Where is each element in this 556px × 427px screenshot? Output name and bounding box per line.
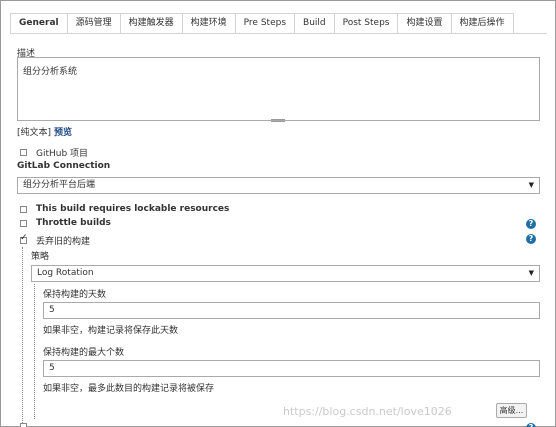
discard-builds-label: 丢弃旧的构建 xyxy=(36,237,91,247)
help-icon[interactable]: ? xyxy=(526,234,536,244)
help-icon[interactable]: ? xyxy=(526,219,536,229)
days-to-keep-hint: 如果非空，构建记录将保存此天数 xyxy=(43,326,179,336)
strategy-value: Log Rotation xyxy=(37,268,94,278)
github-project-checkbox[interactable] xyxy=(20,149,27,156)
help-icon[interactable]: ? xyxy=(526,423,536,427)
tab-post-build[interactable]: 构建后操作 xyxy=(451,13,514,34)
max-builds-label: 保持构建的最大个数 xyxy=(43,348,125,358)
lockable-resources-label: This build requires lockable resources xyxy=(36,204,230,214)
description-format-line: [纯文本] 预览 xyxy=(17,125,72,138)
plain-text-label: [纯文本] xyxy=(17,128,52,138)
truncated-checkbox[interactable] xyxy=(20,423,27,427)
throttle-builds-checkbox[interactable] xyxy=(20,219,27,227)
strategy-select[interactable]: Log Rotation ▼ xyxy=(31,265,540,282)
tab-general[interactable]: General xyxy=(10,13,68,34)
days-to-keep-label: 保持构建的天数 xyxy=(43,290,107,300)
max-builds-input[interactable]: 5 xyxy=(43,360,540,377)
tab-post-steps[interactable]: Post Steps xyxy=(334,13,399,34)
throttle-builds-label: Throttle builds xyxy=(36,218,111,228)
dropdown-arrow-icon: ▼ xyxy=(528,181,534,189)
github-project-label: GitHub 项目 xyxy=(36,149,89,159)
section-guide xyxy=(22,247,23,423)
dropdown-arrow-icon: ▼ xyxy=(528,269,534,277)
tab-triggers[interactable]: 构建触发器 xyxy=(120,13,183,34)
gitlab-connection-label: GitLab Connection xyxy=(17,161,111,171)
days-to-keep-input[interactable]: 5 xyxy=(43,302,540,319)
tab-build-settings[interactable]: 构建设置 xyxy=(398,13,452,34)
tab-build-env[interactable]: 构建环境 xyxy=(182,13,236,34)
github-project-row: GitHub 项目 xyxy=(20,146,88,159)
truncated-row xyxy=(20,423,540,427)
max-builds-hint: 如果非空，最多此数目的构建记录将被保存 xyxy=(43,384,215,394)
tab-build[interactable]: Build xyxy=(295,13,335,34)
strategy-label: 策略 xyxy=(31,252,50,262)
throttle-builds-row: Throttle builds xyxy=(20,218,111,228)
preview-link[interactable]: 预览 xyxy=(54,128,72,138)
gitlab-connection-select[interactable]: 组分分析平台后端 ▼ xyxy=(17,177,540,194)
config-tabs: General 源码管理 构建触发器 构建环境 Pre Steps Build … xyxy=(10,13,514,34)
lockable-resources-checkbox[interactable] xyxy=(20,205,27,213)
tab-scm[interactable]: 源码管理 xyxy=(67,13,121,34)
lockable-resources-row: This build requires lockable resources xyxy=(20,204,229,214)
advanced-button[interactable]: 高级... xyxy=(496,403,527,418)
watermark: https://blog.csdn.net/love1026 xyxy=(283,405,452,418)
description-textarea[interactable]: 组分分析系统 xyxy=(17,57,540,121)
resize-grip-icon[interactable] xyxy=(271,119,285,122)
tab-pre-steps[interactable]: Pre Steps xyxy=(235,13,296,34)
gitlab-connection-value: 组分分析平台后端 xyxy=(23,180,96,190)
discard-builds-row: 丢弃旧的构建 xyxy=(20,233,91,247)
discard-builds-checkbox[interactable] xyxy=(20,233,28,244)
config-page: General 源码管理 构建触发器 构建环境 Pre Steps Build … xyxy=(0,0,556,427)
tabs-divider xyxy=(10,33,547,34)
strategy-guide xyxy=(34,284,35,419)
